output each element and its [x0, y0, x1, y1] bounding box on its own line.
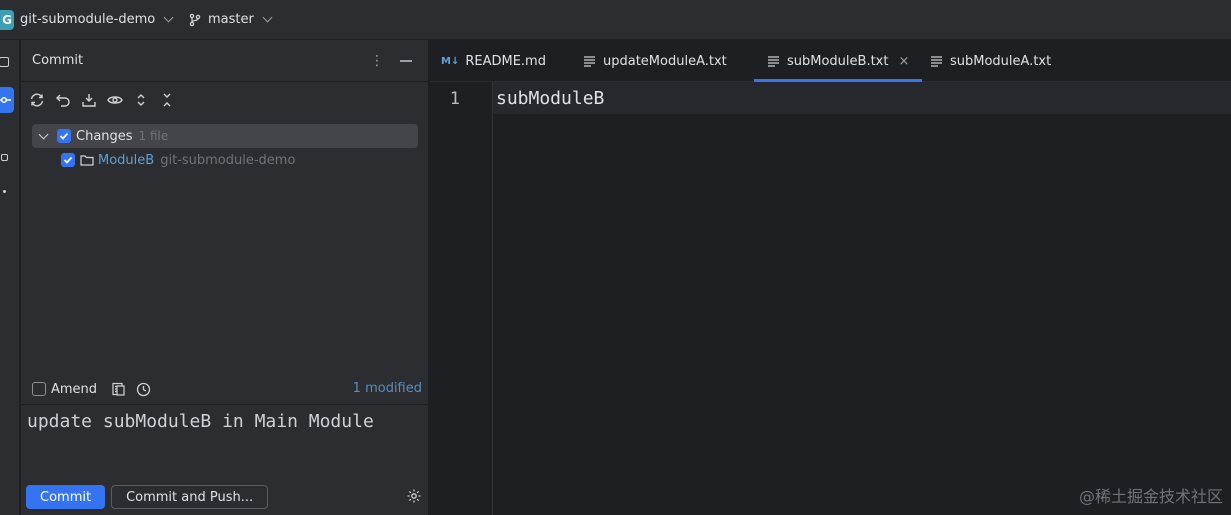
change-item-name: ModuleB — [98, 152, 155, 168]
tab-update-module-a[interactable]: updateModuleA.txt — [583, 40, 727, 82]
more-tools-button[interactable] — [0, 178, 14, 204]
commit-and-push-button[interactable]: Commit and Push... — [111, 485, 269, 509]
amend-label[interactable]: Amend — [51, 382, 97, 397]
watermark: @稀土掘金技术社区 — [1078, 487, 1223, 506]
code-line[interactable]: subModuleB — [496, 88, 604, 109]
title-bar: G git-submodule-demo master — [0, 0, 1231, 40]
folder-icon — [80, 155, 94, 166]
folder-icon — [0, 57, 9, 67]
rollback-icon[interactable] — [53, 90, 73, 110]
git-branch-icon — [189, 13, 201, 26]
commit-tool-button[interactable] — [0, 87, 14, 113]
tool-window-stripe — [0, 40, 20, 515]
amend-row: Amend 1 modified — [32, 380, 422, 398]
text-file-icon — [768, 56, 779, 67]
minimize-icon[interactable] — [400, 60, 412, 62]
branch-selector[interactable]: master — [188, 12, 273, 27]
chevron-down-icon — [163, 12, 174, 23]
expand-all-icon[interactable] — [131, 90, 151, 110]
change-item-row[interactable]: ModuleB git-submodule-demo — [32, 148, 418, 172]
line-number: 1 — [449, 89, 460, 109]
project-selector[interactable]: git-submodule-demo — [20, 12, 174, 27]
text-file-icon — [931, 56, 942, 67]
clock-icon[interactable] — [136, 382, 151, 397]
tab-label: subModuleA.txt — [950, 53, 1052, 69]
more-options-icon[interactable]: ⋮ — [370, 53, 384, 69]
changes-tree: Changes 1 file ModuleB git-submodule-dem… — [32, 124, 418, 172]
editor-tabs: M↓ README.md updateModuleA.txt subModule… — [430, 40, 1231, 82]
commit-icon — [0, 96, 11, 104]
commit-actions: Commit Commit and Push... — [26, 485, 426, 509]
close-icon[interactable]: × — [898, 54, 909, 69]
tab-submodule-b[interactable]: subModuleB.txt × — [754, 40, 923, 82]
refresh-icon[interactable] — [27, 90, 47, 110]
collapse-all-icon[interactable] — [157, 90, 177, 110]
changes-checkbox[interactable] — [57, 129, 71, 143]
change-item-path: git-submodule-demo — [160, 152, 296, 168]
project-name: git-submodule-demo — [20, 12, 156, 27]
changes-label: Changes — [76, 128, 133, 144]
structure-icon — [0, 153, 8, 161]
tab-label: subModuleB.txt — [787, 53, 889, 69]
text-file-icon — [584, 56, 595, 67]
tab-submodule-a[interactable]: subModuleA.txt — [930, 40, 1051, 82]
modified-count[interactable]: 1 modified — [353, 381, 422, 396]
chevron-down-icon — [262, 12, 273, 23]
commit-message-input[interactable]: update subModuleB in Main Module — [21, 404, 428, 472]
changes-group-row[interactable]: Changes 1 file — [32, 124, 418, 148]
branch-name: master — [208, 12, 254, 27]
commit-toolbar — [27, 90, 177, 110]
shelve-icon[interactable] — [79, 90, 99, 110]
changes-count: 1 file — [138, 129, 169, 143]
project-badge: G — [0, 10, 14, 30]
amend-checkbox[interactable] — [32, 382, 46, 396]
code-editor[interactable]: 1 subModuleB — [430, 82, 1231, 515]
gear-icon[interactable] — [406, 488, 422, 504]
preview-icon[interactable] — [105, 90, 125, 110]
structure-tool-button[interactable] — [0, 144, 14, 170]
commit-message-history-icon[interactable] — [111, 382, 126, 397]
commit-button[interactable]: Commit — [26, 485, 106, 509]
panel-title: Commit — [32, 53, 84, 68]
commit-panel-header: Commit — [21, 40, 428, 82]
change-item-checkbox[interactable] — [61, 153, 75, 167]
tab-label: updateModuleA.txt — [603, 53, 727, 69]
tab-label: README.md — [465, 53, 546, 69]
more-icon — [2, 189, 6, 193]
project-tool-button[interactable] — [0, 49, 14, 75]
commit-panel: Commit ⋮ Changes 1 file ModuleB git-subm… — [21, 40, 429, 515]
tab-readme[interactable]: M↓ README.md — [441, 40, 546, 82]
chevron-down-icon[interactable] — [38, 129, 49, 140]
line-gutter: 1 — [430, 82, 493, 515]
markdown-icon: M↓ — [441, 55, 460, 67]
